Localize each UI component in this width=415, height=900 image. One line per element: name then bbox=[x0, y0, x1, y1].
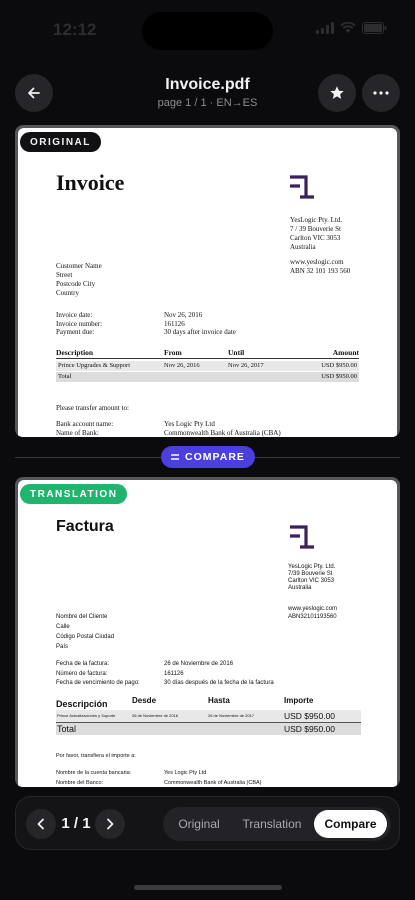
title-block: Invoice.pdf page 1 / 1 · EN→ES bbox=[100, 76, 315, 109]
meta-row: Número de factura: 161126 bbox=[56, 670, 184, 677]
meta-row: Payment due: 30 days after invoice date bbox=[56, 328, 236, 336]
logo-icon bbox=[290, 175, 314, 199]
translation-badge: TRANSLATION bbox=[20, 484, 128, 504]
logo-icon bbox=[290, 525, 314, 549]
invoice-meta: Fecha de la factura: 26 de Noviembre de 2… bbox=[56, 660, 386, 689]
previous-page-button[interactable] bbox=[26, 809, 56, 839]
company-line: YesLogic Pty. Ltd. bbox=[290, 216, 343, 224]
home-indicator[interactable] bbox=[134, 885, 282, 890]
meta-row: Invoice date: Nov 26, 2016 bbox=[56, 311, 203, 319]
company-contact: www.yeslogic.com ABN 32 101 193 560 bbox=[290, 258, 350, 276]
chevron-left-icon bbox=[37, 818, 44, 830]
battery-icon bbox=[362, 22, 387, 34]
factura-heading: Factura bbox=[56, 518, 114, 535]
table-row: Prince Upgrades & Support Nov 26, 2016 N… bbox=[56, 361, 359, 371]
customer-line: Nombre del Cliente bbox=[56, 614, 108, 620]
translation-page: Factura YesLogic Pty. Ltd. 7/39 Bouverie… bbox=[18, 480, 397, 787]
status-bar: 12:12 bbox=[0, 0, 415, 62]
back-arrow-icon bbox=[28, 87, 40, 99]
company-line: Carlton VIC 3053 bbox=[288, 578, 335, 584]
compare-icon bbox=[171, 454, 180, 460]
company-website: www.yeslogic.com bbox=[288, 606, 338, 612]
compare-label: COMPARE bbox=[185, 451, 245, 463]
back-button[interactable] bbox=[15, 74, 53, 112]
customer-line: País bbox=[56, 644, 69, 650]
meta-row: Fecha de vencimiento de pago: 30 días des… bbox=[56, 680, 274, 686]
invoice-heading: Invoice bbox=[56, 170, 125, 195]
table-total-row: Total USD $950.00 bbox=[56, 722, 361, 735]
more-options-button[interactable] bbox=[362, 74, 400, 112]
company-address: YesLogic Pty. Ltd. 7/39 Bouverie St Carl… bbox=[288, 564, 335, 592]
document-title: Invoice.pdf bbox=[165, 76, 250, 93]
segment-original[interactable]: Original bbox=[167, 810, 231, 838]
document-subtitle: page 1 / 1 · EN→ES bbox=[157, 97, 258, 109]
compare-divider: COMPARE bbox=[15, 446, 400, 468]
col-from: From bbox=[164, 348, 182, 357]
table-total-row: Total USD $950.00 bbox=[56, 372, 359, 382]
col-amount: Amount bbox=[332, 348, 359, 357]
customer-line: Country bbox=[56, 289, 79, 297]
col-description: Descripción bbox=[56, 699, 108, 709]
customer-line: Código Postal Ciudad bbox=[56, 634, 115, 640]
invoice-table-header: Description From Until Amount bbox=[56, 348, 359, 359]
original-page: Invoice YesLogic Pty. Ltd. 7 / 39 Bouver… bbox=[18, 128, 397, 437]
status-time: 12:12 bbox=[53, 20, 97, 39]
next-page-button[interactable] bbox=[95, 809, 125, 839]
bank-row: Bank account name: Yes Logic Pty Ltd bbox=[56, 420, 215, 428]
company-abn: ABN 32 101 193 560 bbox=[290, 267, 351, 275]
customer-address: Customer Name Street Postcode City Count… bbox=[56, 262, 102, 298]
company-line: Australia bbox=[290, 243, 316, 251]
bottom-bar: 1 / 1 Original Translation Compare bbox=[15, 796, 400, 850]
favorite-button[interactable] bbox=[318, 74, 356, 112]
customer-address: Nombre del Cliente Calle Código Postal C… bbox=[56, 612, 114, 652]
company-abn: ABN32101193560 bbox=[288, 613, 337, 620]
customer-line: Street bbox=[56, 271, 73, 279]
top-bar: Invoice.pdf page 1 / 1 · EN→ES bbox=[0, 72, 415, 116]
translation-panel[interactable]: Factura YesLogic Pty. Ltd. 7/39 Bouverie… bbox=[15, 477, 400, 787]
col-description: Description bbox=[56, 348, 94, 357]
customer-line: Calle bbox=[56, 624, 70, 630]
invoice-meta: Invoice date: Nov 26, 2016 Invoice number… bbox=[56, 311, 356, 337]
segment-compare[interactable]: Compare bbox=[314, 810, 387, 838]
wifi-icon bbox=[340, 22, 356, 34]
signal-icon bbox=[316, 22, 334, 34]
page-indicator: 1 / 1 bbox=[61, 815, 91, 832]
invoice-table-header: Descripción Desde Hasta Importe bbox=[56, 696, 361, 709]
company-line: Australia bbox=[288, 585, 312, 591]
bank-details: Nombre de la cuenta bancaria: Yes Logic P… bbox=[56, 768, 386, 787]
company-line: 7/39 Bouverie St bbox=[288, 571, 333, 577]
star-icon bbox=[330, 86, 344, 99]
transfer-note: Please transfer amount to: bbox=[56, 404, 129, 412]
status-icons bbox=[316, 22, 387, 34]
view-mode-switch: Original Translation Compare bbox=[163, 807, 391, 841]
original-badge: ORIGINAL bbox=[20, 132, 101, 152]
meta-row: Invoice number: 161126 bbox=[56, 319, 185, 328]
company-address: YesLogic Pty. Ltd. 7 / 39 Bouverie St Ca… bbox=[290, 216, 342, 252]
company-line: Carlton VIC 3053 bbox=[290, 234, 341, 242]
col-from: Desde bbox=[132, 696, 157, 705]
company-line: 7 / 39 Bouverie St bbox=[290, 225, 341, 233]
segment-translation[interactable]: Translation bbox=[234, 810, 310, 838]
original-panel[interactable]: Invoice YesLogic Pty. Ltd. 7 / 39 Bouver… bbox=[15, 125, 400, 437]
customer-line: Customer Name bbox=[56, 262, 102, 270]
customer-line: Postcode City bbox=[56, 280, 96, 288]
dynamic-island bbox=[142, 12, 273, 50]
company-contact: www.yeslogic.com ABN32101193560 bbox=[288, 606, 337, 621]
compare-toggle-button[interactable]: COMPARE bbox=[161, 446, 255, 468]
col-amount: Importe bbox=[284, 696, 314, 705]
company-line: YesLogic Pty. Ltd. bbox=[288, 564, 336, 570]
transfer-note: Por favor, transfiera el importe a: bbox=[56, 753, 136, 759]
company-website: www.yeslogic.com bbox=[290, 258, 344, 266]
table-row: Prince Actualizaciones y Soporte 26 de N… bbox=[56, 710, 361, 722]
chevron-right-icon bbox=[107, 818, 114, 830]
meta-row: Fecha de la factura: 26 de Noviembre de 2… bbox=[56, 661, 234, 667]
bank-details: Bank account name: Yes Logic Pty Ltd Name… bbox=[56, 420, 376, 437]
bank-row: Nombre del Banco: Commonwealth Bank of Au… bbox=[56, 780, 262, 786]
col-until: Hasta bbox=[208, 696, 230, 705]
more-icon bbox=[373, 91, 389, 95]
bank-row: Name of Bank: Commonwealth Bank of Austra… bbox=[56, 428, 281, 437]
col-until: Until bbox=[228, 348, 245, 357]
bank-row: Nombre de la cuenta bancaria: Yes Logic P… bbox=[56, 770, 207, 776]
